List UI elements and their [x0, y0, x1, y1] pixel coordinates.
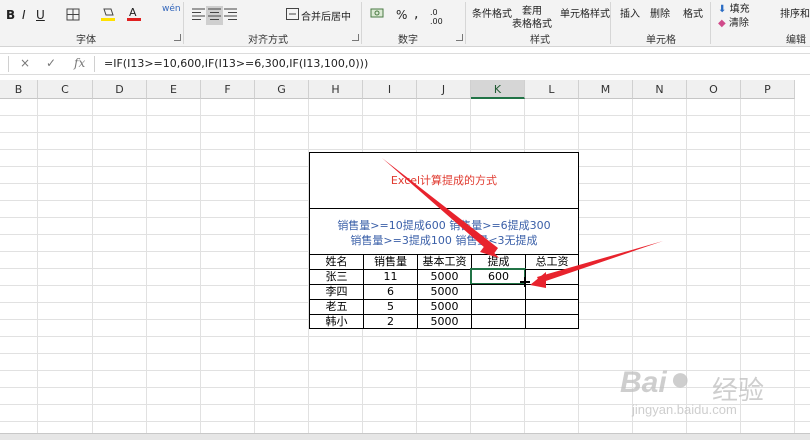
watermark-brand: Bai — [620, 366, 667, 399]
plus-cursor-icon — [520, 277, 530, 287]
paw-icon: ● — [670, 360, 691, 398]
watermark-url: jingyan.baidu.com — [632, 402, 737, 417]
